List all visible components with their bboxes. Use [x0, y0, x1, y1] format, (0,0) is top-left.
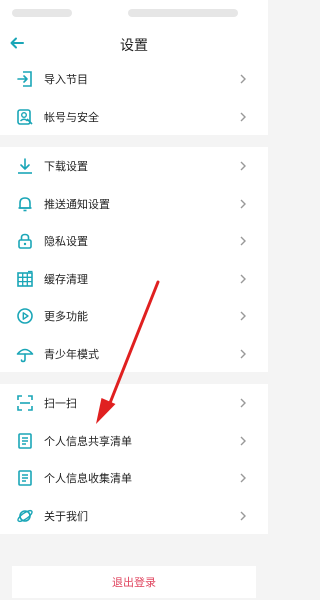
settings-item-label: 个人信息共享清单: [44, 434, 132, 448]
settings-screen: 设置 导入节目 帐号与安全 下载设置 推送通知设置 隐私设置 缓存清理 更多功能…: [0, 0, 268, 600]
status-bar-right-blurred: [128, 9, 238, 17]
settings-item-account-security[interactable]: 帐号与安全: [0, 98, 268, 136]
settings-group-general: 下载设置 推送通知设置 隐私设置 缓存清理 更多功能 青少年模式: [0, 147, 268, 372]
settings-item-scan[interactable]: 扫一扫: [0, 384, 268, 422]
play-circle-icon: [16, 307, 34, 325]
settings-item-label: 隐私设置: [44, 235, 88, 248]
chevron-right-icon: [238, 509, 248, 523]
settings-item-label: 导入节目: [44, 73, 88, 86]
status-bar-left-blurred: [12, 9, 72, 17]
logout-button[interactable]: 退出登录: [12, 566, 256, 598]
chevron-right-icon: [238, 272, 248, 286]
account-security-icon: [16, 108, 34, 126]
chevron-right-icon: [238, 309, 248, 323]
settings-item-label: 扫一扫: [44, 397, 77, 410]
chevron-right-icon: [238, 471, 248, 485]
settings-item-label: 更多功能: [44, 310, 88, 323]
settings-item-label: 缓存清理: [44, 272, 88, 286]
download-icon: [16, 157, 34, 175]
logout-label: 退出登录: [112, 576, 156, 589]
settings-item-info-sharing-list[interactable]: 个人信息共享清单: [0, 422, 268, 460]
chevron-right-icon: [238, 396, 248, 410]
chevron-right-icon: [238, 159, 248, 173]
settings-item-import-programs[interactable]: 导入节目: [0, 60, 268, 98]
settings-group-account: 导入节目 帐号与安全: [0, 60, 268, 135]
settings-item-push-notification[interactable]: 推送通知设置: [0, 185, 268, 223]
settings-item-label: 关于我们: [44, 509, 88, 523]
settings-item-label: 推送通知设置: [44, 197, 110, 211]
import-icon: [16, 70, 34, 88]
document-icon: [16, 469, 34, 487]
settings-item-label: 下载设置: [44, 160, 88, 173]
header: 设置: [0, 26, 268, 62]
settings-item-info-collection-list[interactable]: 个人信息收集清单: [0, 459, 268, 497]
settings-item-teen-mode[interactable]: 青少年模式: [0, 335, 268, 373]
settings-item-privacy[interactable]: 隐私设置: [0, 222, 268, 260]
status-bar: [0, 0, 268, 26]
chevron-right-icon: [238, 72, 248, 86]
settings-item-about-us[interactable]: 关于我们: [0, 497, 268, 535]
settings-item-more-features[interactable]: 更多功能: [0, 297, 268, 335]
document-icon: [16, 432, 34, 450]
settings-item-label: 青少年模式: [44, 347, 99, 361]
grid-icon: [16, 270, 34, 288]
settings-group-info: 扫一扫 个人信息共享清单 个人信息收集清单 关于我们: [0, 384, 268, 534]
settings-item-label: 帐号与安全: [44, 110, 99, 124]
scan-icon: [16, 394, 34, 412]
settings-item-cache-clear[interactable]: 缓存清理: [0, 260, 268, 298]
settings-item-label: 个人信息收集清单: [44, 472, 132, 485]
chevron-right-icon: [238, 110, 248, 124]
lock-icon: [16, 232, 34, 250]
settings-item-download-settings[interactable]: 下载设置: [0, 147, 268, 185]
page-title: 设置: [120, 38, 148, 54]
chevron-right-icon: [238, 347, 248, 361]
bell-icon: [16, 195, 34, 213]
chevron-right-icon: [238, 234, 248, 248]
chevron-right-icon: [238, 434, 248, 448]
planet-icon: [16, 507, 34, 525]
umbrella-icon: [16, 345, 34, 363]
chevron-right-icon: [238, 197, 248, 211]
